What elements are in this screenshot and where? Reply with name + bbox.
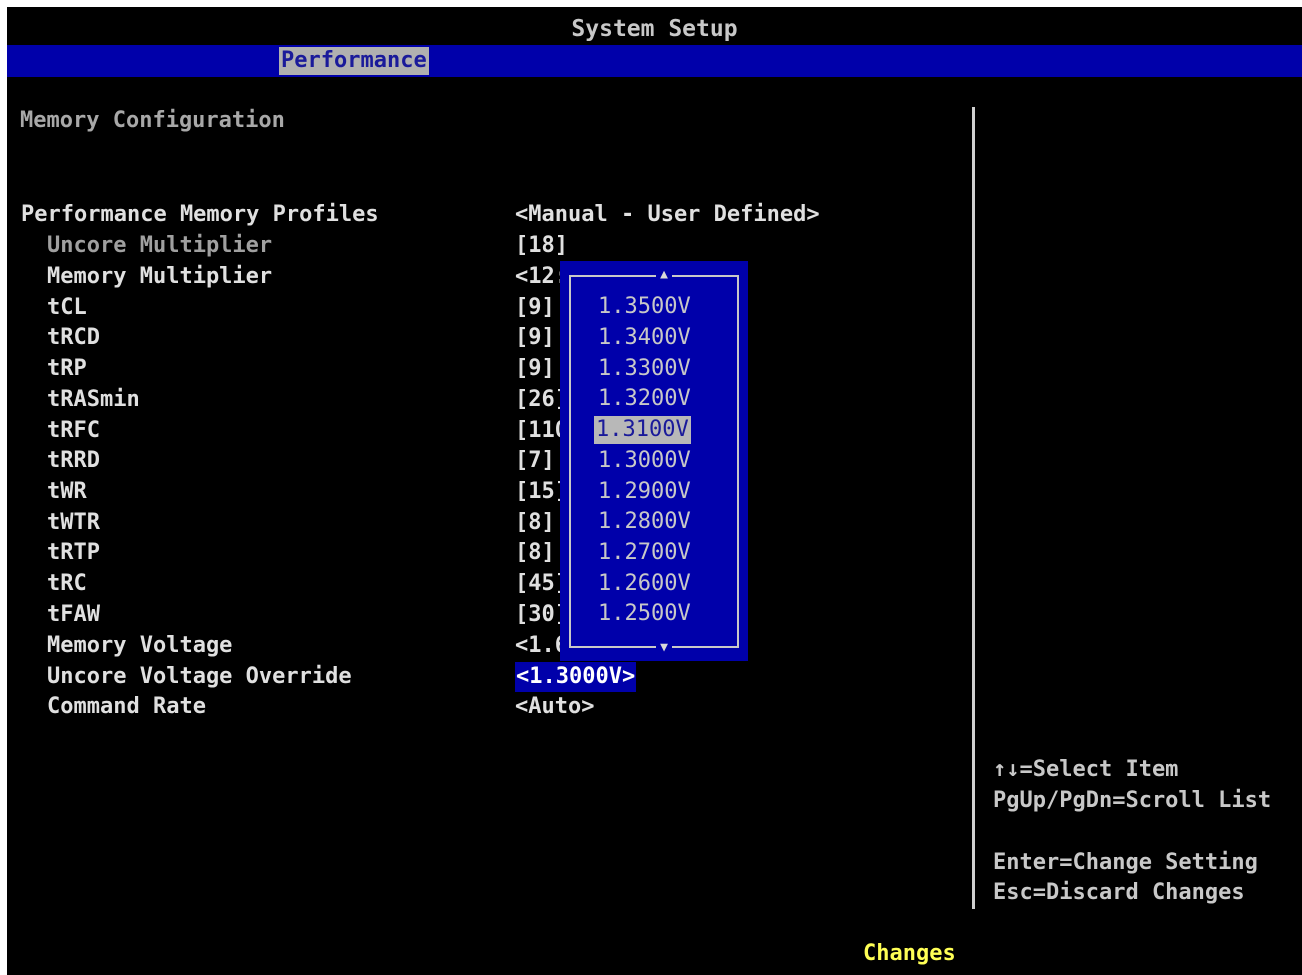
popup-option[interactable]: 1.3000V — [596, 447, 693, 475]
menu-bar: Performance — [7, 45, 1302, 77]
voltage-options-popup[interactable]: ▲ 1.3500V 1.3400V 1.3300V 1.3200V 1.3100… — [560, 261, 748, 661]
section-title: Memory Configuration — [20, 108, 285, 133]
setting-trtp-value[interactable]: [8] — [515, 538, 555, 568]
popup-option[interactable]: 1.2900V — [596, 478, 693, 506]
setting-trfc-label[interactable]: tRFC — [47, 416, 100, 446]
setting-uncore-voltage-override-label[interactable]: Uncore Voltage Override — [47, 662, 352, 692]
scroll-down-icon[interactable]: ▼ — [656, 640, 672, 656]
setting-uncore-voltage-override-value[interactable]: <1.3000V> — [515, 662, 637, 692]
setting-tfaw-label[interactable]: tFAW — [47, 600, 100, 630]
setting-memory-voltage-label[interactable]: Memory Voltage — [47, 631, 232, 661]
scroll-up-icon[interactable]: ▲ — [656, 267, 672, 283]
tab-performance[interactable]: Performance — [279, 47, 429, 75]
setting-command-rate-label[interactable]: Command Rate — [47, 692, 206, 722]
popup-option-selected[interactable]: 1.3100V — [594, 416, 691, 444]
popup-option[interactable]: 1.3500V — [596, 293, 693, 321]
setting-trrd-label[interactable]: tRRD — [47, 446, 100, 476]
status-changes-indicator: Changes — [863, 941, 956, 966]
setting-trp-label[interactable]: tRP — [47, 354, 87, 384]
setting-memory-multiplier-label[interactable]: Memory Multiplier — [47, 262, 272, 292]
setting-uncore-multiplier-label: Uncore Multiplier — [47, 233, 273, 258]
setting-performance-memory-profiles-label[interactable]: Performance Memory Profiles — [21, 200, 379, 230]
setting-performance-memory-profiles-value[interactable]: <Manual - User Defined> — [515, 200, 820, 230]
setting-twtr-label[interactable]: tWTR — [47, 508, 100, 538]
setting-tcl-value[interactable]: [9] — [515, 293, 555, 323]
setting-trasmin-label[interactable]: tRASmin — [47, 385, 140, 415]
setting-trcd-value[interactable]: [9] — [515, 323, 555, 353]
popup-option[interactable]: 1.2700V — [596, 539, 693, 567]
setting-command-rate-value[interactable]: <Auto> — [515, 692, 594, 722]
popup-option[interactable]: 1.3300V — [596, 355, 693, 383]
setting-uncore-multiplier-value: [18] — [515, 233, 568, 258]
help-scroll-list: PgUp/PgDn=Scroll List — [993, 788, 1272, 813]
popup-option[interactable]: 1.2500V — [596, 600, 693, 628]
popup-option[interactable]: 1.2800V — [596, 508, 693, 536]
setting-twr-label[interactable]: tWR — [47, 477, 87, 507]
setting-trc-label[interactable]: tRC — [47, 569, 87, 599]
popup-option[interactable]: 1.3200V — [596, 385, 693, 413]
help-panel-divider — [972, 107, 975, 909]
setting-trcd-label[interactable]: tRCD — [47, 323, 100, 353]
help-select-item: ↑↓=Select Item — [993, 757, 1179, 782]
setting-twtr-value[interactable]: [8] — [515, 508, 555, 538]
popup-option[interactable]: 1.2600V — [596, 570, 693, 598]
setting-tcl-label[interactable]: tCL — [47, 293, 87, 323]
setting-trp-value[interactable]: [9] — [515, 354, 555, 384]
bios-screen: System Setup Performance Memory Configur… — [7, 7, 1302, 975]
help-change-setting: Enter=Change Setting — [993, 850, 1258, 875]
setting-trrd-value[interactable]: [7] — [515, 446, 555, 476]
setting-trtp-label[interactable]: tRTP — [47, 538, 100, 568]
popup-option[interactable]: 1.3400V — [596, 324, 693, 352]
help-discard-changes: Esc=Discard Changes — [993, 880, 1245, 905]
